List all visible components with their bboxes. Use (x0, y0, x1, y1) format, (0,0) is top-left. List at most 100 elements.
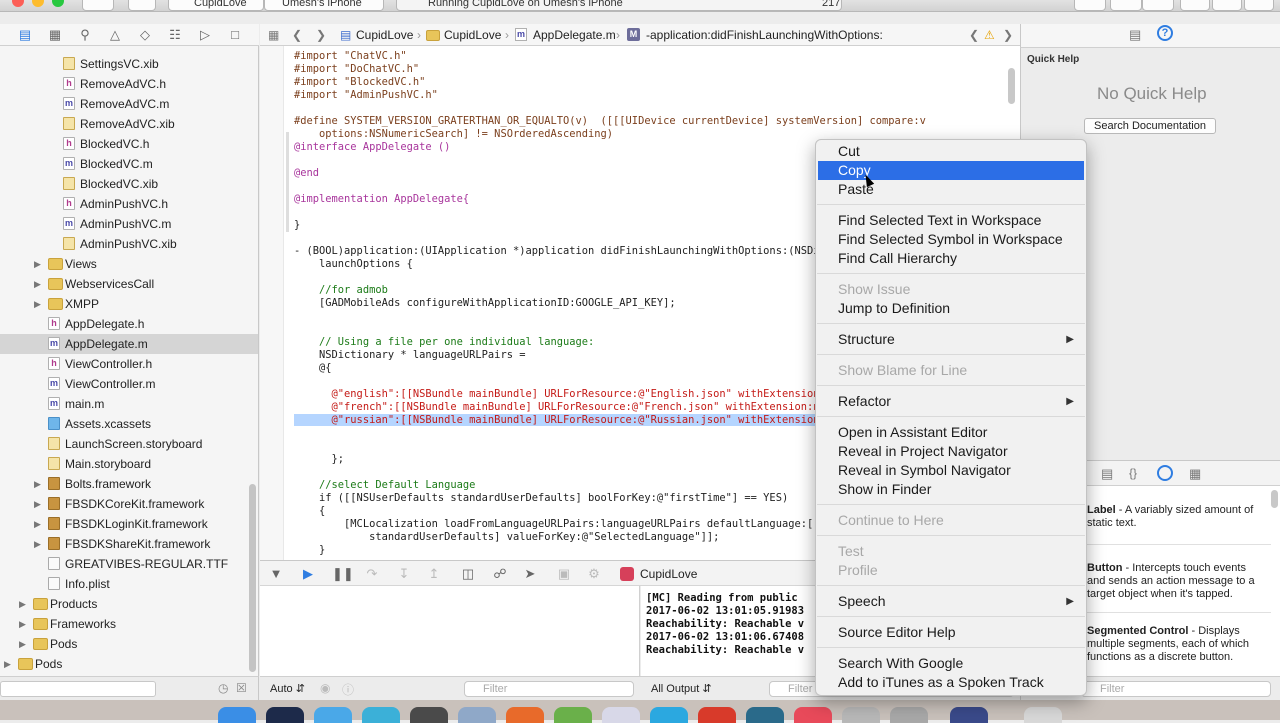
menu-item-refactor[interactable]: Refactor ▶ (818, 392, 1084, 411)
skype-dock-icon[interactable] (650, 707, 688, 723)
trash-dock-icon[interactable] (1024, 707, 1062, 723)
report-navigator-icon[interactable]: □ (226, 27, 244, 42)
file-row[interactable]: Main.storyboard (0, 454, 258, 474)
file-row[interactable]: LaunchScreen.storyboard (0, 434, 258, 454)
print-description-icon[interactable]: ⓘ (342, 681, 354, 698)
warning-icon[interactable]: ⚠ (984, 28, 995, 42)
disclosure-triangle-icon[interactable]: ▶ (4, 654, 11, 674)
jumpbar-method[interactable]: -application:didFinishLaunchingWithOptio… (646, 28, 883, 42)
jumpbar-group[interactable]: CupidLove (444, 28, 501, 42)
file-row[interactable]: ▶ Frameworks (0, 614, 258, 634)
file-row[interactable]: ▶ FBSDKShareKit.framework (0, 534, 258, 554)
menu-item-structure[interactable]: Structure ▶ (818, 330, 1084, 349)
file-row[interactable]: ▶ Pods (0, 654, 258, 674)
minimize-window-button[interactable] (32, 0, 44, 7)
menu-item-copy[interactable]: Copy (818, 161, 1084, 180)
disclosure-triangle-icon[interactable]: ▶ (34, 274, 41, 294)
menu-item-show-in-finder[interactable]: Show in Finder (818, 480, 1084, 499)
simulate-location-icon[interactable]: ➤ (522, 566, 538, 582)
screenshot-icon[interactable]: ▣ (556, 566, 572, 582)
file-row[interactable]: h BlockedVC.h (0, 134, 258, 154)
variables-filter-input[interactable]: Filter (464, 681, 634, 697)
quick-help-inspector-icon[interactable]: ? (1157, 25, 1173, 41)
file-row[interactable]: GREATVIBES-REGULAR.TTF (0, 554, 258, 574)
app-store-dock-icon[interactable] (362, 707, 400, 723)
debug-navigator-icon[interactable]: ☷ (166, 27, 184, 43)
issue-navigator-icon[interactable]: △ (106, 27, 124, 43)
disclosure-triangle-icon[interactable]: ▶ (34, 514, 41, 534)
menu-item-speech[interactable]: Speech ▶ (818, 592, 1084, 611)
pause-icon[interactable]: ❚❚ (332, 566, 354, 582)
simulator-dock-icon[interactable] (746, 707, 784, 723)
file-row[interactable]: h RemoveAdVC.h (0, 74, 258, 94)
jumpbar-project[interactable]: CupidLove (356, 28, 413, 42)
finder-dock-icon[interactable] (218, 707, 256, 723)
file-row[interactable]: Assets.xcassets (0, 414, 258, 434)
screenshot-dock-icon[interactable] (890, 707, 928, 723)
disclosure-triangle-icon[interactable]: ▶ (34, 534, 41, 554)
disclosure-triangle-icon[interactable]: ▶ (34, 294, 41, 314)
menu-item-reveal-in-symbol-navigator[interactable]: Reveal in Symbol Navigator (818, 461, 1084, 480)
step-out-icon[interactable]: ↥ (426, 566, 442, 582)
menu-item-search-with-google[interactable]: Search With Google (818, 654, 1084, 673)
disclosure-triangle-icon[interactable]: ▶ (34, 494, 41, 514)
file-row[interactable]: ▶ FBSDKCoreKit.framework (0, 494, 258, 514)
back-arrow-icon[interactable]: ❮ (292, 28, 302, 42)
menu-item-add-to-itunes-as-a-spoken-track[interactable]: Add to iTunes as a Spoken Track (818, 673, 1084, 692)
media-library-icon[interactable]: ▦ (1189, 466, 1201, 482)
file-row[interactable]: m ViewController.m (0, 374, 258, 394)
file-row[interactable]: ▶ XMPP (0, 294, 258, 314)
itunes-dock-icon[interactable] (794, 707, 832, 723)
navigator-filter-input[interactable] (0, 681, 156, 697)
disclosure-triangle-icon[interactable]: ▶ (19, 614, 26, 634)
file-row[interactable]: BlockedVC.xib (0, 174, 258, 194)
disclosure-triangle-icon[interactable]: ▶ (34, 254, 41, 274)
assistant-editor-button[interactable] (1110, 0, 1142, 11)
modified-files-icon[interactable]: ☒ (236, 681, 247, 695)
standard-editor-button[interactable] (1074, 0, 1106, 11)
breakpoints-toggle-icon[interactable]: ▶ (300, 566, 316, 582)
menu-item-find-selected-text-in-workspace[interactable]: Find Selected Text in Workspace (818, 211, 1084, 230)
file-row[interactable]: ▶ Views (0, 254, 258, 274)
file-row[interactable]: ▶ FBSDKLoginKit.framework (0, 514, 258, 534)
hide-debug-area-icon[interactable]: ▼ (268, 566, 284, 581)
file-row[interactable]: ▶ Pods (0, 634, 258, 654)
breakpoint-navigator-icon[interactable]: ▷ (196, 27, 214, 43)
editor-scrollbar[interactable] (1008, 68, 1015, 104)
quick-look-icon[interactable]: ◉ (320, 681, 330, 695)
file-row[interactable]: ▶ WebservicesCall (0, 274, 258, 294)
step-over-icon[interactable]: ↷ (364, 566, 380, 582)
chat-dock-icon[interactable] (554, 707, 592, 723)
file-row[interactable]: h AppDelegate.h (0, 314, 258, 334)
object-library-icon[interactable] (1157, 465, 1173, 481)
file-row[interactable]: h AdminPushVC.h (0, 194, 258, 214)
step-into-icon[interactable]: ↧ (396, 566, 412, 582)
utility-dock-icon[interactable] (950, 707, 988, 723)
run-button[interactable] (82, 0, 114, 11)
disclosure-triangle-icon[interactable]: ▶ (19, 594, 26, 614)
symbol-navigator-icon[interactable]: ▦ (46, 27, 64, 43)
file-row[interactable]: Info.plist (0, 574, 258, 594)
code-snippet-library-icon[interactable]: {} (1129, 466, 1137, 480)
file-row[interactable]: m AdminPushVC.m (0, 214, 258, 234)
file-row[interactable]: ▶ Products (0, 594, 258, 614)
library-filter-input[interactable]: Filter (1081, 681, 1271, 697)
file-inspector-icon[interactable]: ▤ (1129, 27, 1141, 43)
menu-item-source-editor-help[interactable]: Source Editor Help (818, 623, 1084, 642)
file-row[interactable]: m main.m (0, 394, 258, 414)
next-issue-icon[interactable]: ❯ (1003, 28, 1013, 42)
library-scrollbar[interactable] (1271, 490, 1278, 508)
related-items-icon[interactable]: ▦ (268, 28, 279, 42)
system-preferences-dock-icon[interactable] (410, 707, 448, 723)
project-navigator-icon[interactable]: ▤ (16, 27, 34, 43)
forward-arrow-icon[interactable]: ❯ (316, 28, 326, 42)
view-debugger-icon[interactable]: ◫ (460, 566, 476, 582)
xcode-dock-icon[interactable] (458, 707, 496, 723)
close-window-button[interactable] (12, 0, 24, 7)
library-item-label[interactable]: Label - A variably sized amount of stati… (1087, 504, 1267, 530)
library-item-button[interactable]: Button - Intercepts touch events and sen… (1087, 562, 1267, 601)
memory-graph-icon[interactable]: ☍ (492, 566, 508, 582)
menu-item-find-selected-symbol-in-workspace[interactable]: Find Selected Symbol in Workspace (818, 230, 1084, 249)
file-template-library-icon[interactable]: ▤ (1101, 466, 1113, 482)
recent-files-icon[interactable]: ◷ (218, 681, 228, 695)
